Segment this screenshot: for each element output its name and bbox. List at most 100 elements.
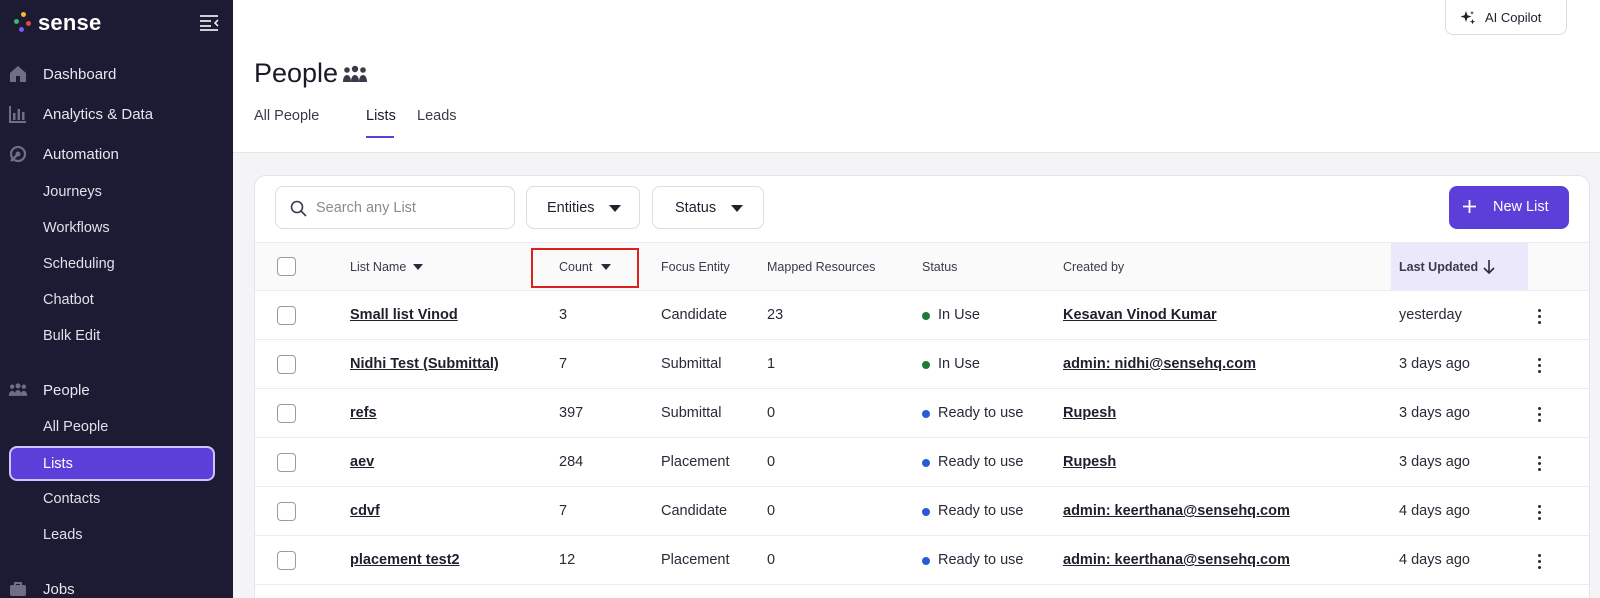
sidebar-item-bulk-edit[interactable]: Bulk Edit (0, 319, 233, 353)
column-header-list-name[interactable]: List Name (350, 260, 406, 274)
tab-all-people[interactable]: All People (254, 108, 319, 124)
tab-lists[interactable]: Lists (366, 108, 396, 124)
more-options-icon[interactable] (1536, 356, 1544, 374)
page-header: AI Copilot People All People Lists Leads (233, 0, 1600, 153)
new-list-button[interactable]: New List (1449, 186, 1569, 229)
created-by-link[interactable]: admin: keerthana@sensehq.com (1063, 503, 1290, 519)
sparkle-icon (1460, 11, 1476, 25)
row-checkbox[interactable] (277, 306, 296, 325)
focus-entity-cell: Candidate (661, 503, 728, 519)
sidebar-item-contacts[interactable]: Contacts (0, 482, 233, 516)
ai-copilot-label: AI Copilot (1485, 10, 1542, 25)
sidebar-item-automation[interactable]: Automation (0, 136, 233, 172)
mapped-resources-cell: 1 (767, 356, 776, 372)
list-name-link[interactable]: Nidhi Test (Submittal) (350, 356, 499, 372)
table-row[interactable]: refs 397 Submittal 0 Ready to use Rupesh 3 day… (255, 389, 1589, 438)
sidebar-item-chatbot[interactable]: Chatbot (0, 283, 233, 317)
list-name-link[interactable]: refs (350, 405, 377, 421)
entities-filter-label: Entities (547, 200, 595, 216)
focus-entity-cell: Placement (661, 552, 730, 568)
sidebar-item-journeys[interactable]: Journeys (0, 175, 233, 209)
more-options-icon[interactable] (1536, 405, 1544, 423)
created-by-link[interactable]: Rupesh (1063, 405, 1116, 421)
sidebar: sense Dashboard Analytics & Data Automat… (0, 0, 233, 598)
sidebar-item-lists[interactable]: Lists (9, 446, 215, 481)
sort-caret-icon[interactable] (601, 264, 611, 270)
sidebar-item-label: Leads (43, 527, 83, 543)
last-updated-cell: 3 days ago (1399, 454, 1470, 470)
focus-entity-cell: Placement (661, 454, 730, 470)
sidebar-item-label: Contacts (43, 491, 101, 507)
status-dot-icon (922, 459, 930, 467)
briefcase-icon (10, 582, 26, 596)
sidebar-item-people[interactable]: People (0, 372, 233, 408)
sidebar-item-label: Dashboard (43, 65, 117, 83)
column-header-focus-entity[interactable]: Focus Entity (661, 260, 730, 274)
sidebar-item-label: Bulk Edit (43, 328, 101, 344)
more-options-icon[interactable] (1536, 503, 1544, 521)
sidebar-item-label: Chatbot (43, 292, 94, 308)
sidebar-item-leads[interactable]: Leads (0, 518, 233, 552)
sidebar-item-label: People (43, 381, 90, 399)
count-cell: 12 (559, 552, 576, 568)
sidebar-item-label: All People (43, 419, 109, 435)
sort-caret-icon[interactable] (413, 264, 423, 270)
search-box[interactable] (275, 186, 515, 229)
row-checkbox[interactable] (277, 551, 296, 570)
status-filter-button[interactable]: Status (652, 186, 764, 229)
last-updated-cell: 3 days ago (1399, 405, 1470, 421)
arrow-down-icon[interactable] (1482, 259, 1496, 275)
list-name-link[interactable]: cdvf (350, 503, 380, 519)
created-by-link[interactable]: admin: nidhi@sensehq.com (1063, 356, 1256, 372)
status-cell: Ready to use (938, 552, 1024, 568)
column-header-mapped-resources[interactable]: Mapped Resources (767, 260, 875, 274)
logo[interactable]: sense (14, 10, 219, 36)
more-options-icon[interactable] (1536, 454, 1544, 472)
row-checkbox[interactable] (277, 502, 296, 521)
count-cell: 7 (559, 503, 568, 519)
sidebar-item-label: Automation (43, 145, 119, 163)
column-header-created-by[interactable]: Created by (1063, 260, 1124, 274)
sidebar-item-dashboard[interactable]: Dashboard (0, 56, 233, 92)
automation-icon (9, 145, 27, 163)
more-options-icon[interactable] (1536, 552, 1544, 570)
status-cell: Ready to use (938, 454, 1024, 470)
list-name-link[interactable]: Small list Vinod (350, 307, 458, 323)
list-name-link[interactable]: aev (350, 454, 374, 470)
sidebar-item-analytics[interactable]: Analytics & Data (0, 96, 233, 132)
column-header-status[interactable]: Status (922, 260, 957, 274)
focus-entity-cell: Candidate (661, 307, 728, 323)
column-header-last-updated[interactable]: Last Updated (1399, 260, 1478, 274)
created-by-link[interactable]: Kesavan Vinod Kumar (1063, 307, 1217, 323)
sidebar-item-jobs[interactable]: Jobs (0, 571, 233, 598)
mapped-resources-cell: 0 (767, 454, 776, 470)
more-options-icon[interactable] (1536, 307, 1544, 325)
collapse-sidebar-icon[interactable] (199, 14, 219, 32)
sidebar-item-label: Analytics & Data (43, 105, 154, 123)
entities-filter-button[interactable]: Entities (526, 186, 640, 229)
sidebar-item-label: Jobs (43, 580, 75, 598)
row-checkbox[interactable] (277, 453, 296, 472)
select-all-checkbox[interactable] (277, 257, 296, 276)
created-by-link[interactable]: Rupesh (1063, 454, 1116, 470)
column-header-count[interactable]: Count (559, 260, 592, 274)
created-by-link[interactable]: admin: keerthana@sensehq.com (1063, 552, 1290, 568)
sidebar-item-all-people[interactable]: All People (0, 410, 233, 444)
sidebar-item-workflows[interactable]: Workflows (0, 211, 233, 245)
table-row[interactable]: placement test2 12 Placement 0 Ready to use a… (255, 536, 1589, 585)
search-input[interactable] (316, 198, 506, 218)
ai-copilot-button[interactable]: AI Copilot (1445, 0, 1567, 35)
tab-leads[interactable]: Leads (417, 108, 457, 124)
list-name-link[interactable]: placement test2 (350, 552, 460, 568)
row-checkbox[interactable] (277, 355, 296, 374)
table-row[interactable]: aev 284 Placement 0 Ready to use Rupesh 3 days… (255, 438, 1589, 487)
table-row[interactable]: cdvf 7 Candidate 0 Ready to use admin: keerth… (255, 487, 1589, 536)
table-row[interactable]: Nidhi Test (Submittal) 7 Submittal 1 In Use a… (255, 340, 1589, 389)
last-updated-cell: 3 days ago (1399, 356, 1470, 372)
plus-icon (1463, 200, 1476, 213)
row-checkbox[interactable] (277, 404, 296, 423)
lists-card: Entities Status New List List Name Count… (254, 175, 1590, 598)
sidebar-item-scheduling[interactable]: Scheduling (0, 247, 233, 281)
status-dot-icon (922, 410, 930, 418)
table-row[interactable]: Small list Vinod 3 Candidate 23 In Use Kesava… (255, 291, 1589, 340)
